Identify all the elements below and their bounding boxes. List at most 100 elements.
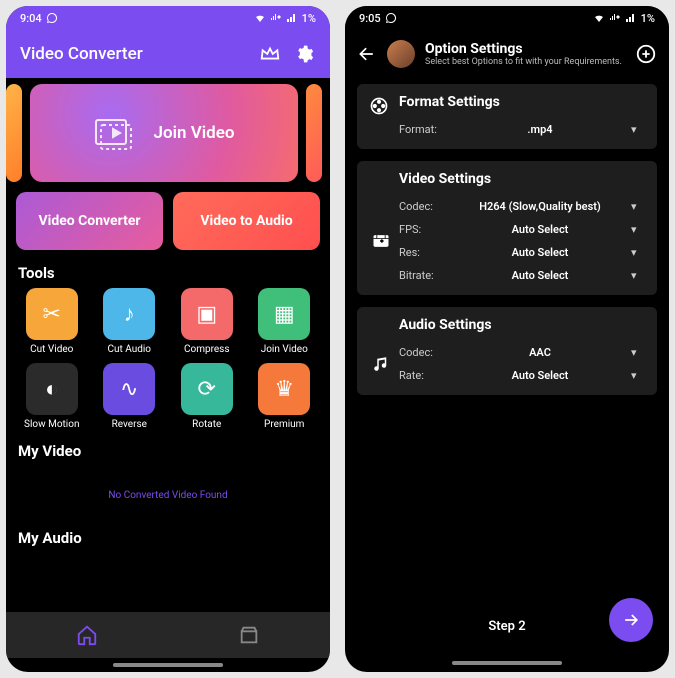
- duo-label-a: Video Converter: [38, 213, 140, 229]
- hero-label: Join Video: [153, 123, 234, 143]
- row-label: Rate:: [399, 369, 449, 382]
- format-value: .mp4: [449, 123, 631, 136]
- battery-text: 1%: [641, 12, 655, 25]
- chevron-down-icon: ▾: [631, 223, 645, 236]
- app-title: Video Converter: [20, 44, 248, 64]
- tool-label: Cut Audio: [107, 344, 151, 355]
- chevron-down-icon: ▾: [631, 200, 645, 213]
- video-title: Video Settings: [399, 171, 645, 187]
- store-icon[interactable]: [238, 624, 260, 646]
- row-value: Auto Select: [449, 246, 631, 259]
- video-row-1[interactable]: FPS:Auto Select▾: [399, 218, 645, 241]
- tool-label: Rotate: [192, 419, 221, 430]
- tool-icon: ▣: [181, 288, 233, 340]
- video-row-2[interactable]: Res:Auto Select▾: [399, 241, 645, 264]
- chevron-down-icon: ▾: [631, 246, 645, 259]
- crown-icon[interactable]: [258, 42, 282, 66]
- hero-join-video-card[interactable]: Join Video: [30, 84, 298, 182]
- gesture-bar: [6, 658, 330, 672]
- tool-premium[interactable]: ♛ Premium: [249, 363, 321, 430]
- status-right: 1%: [254, 12, 316, 25]
- empty-video-msg: No Converted Video Found: [6, 466, 330, 525]
- tool-label: Reverse: [112, 419, 147, 430]
- format-panel: Format Settings Format: .mp4 ▾: [357, 84, 657, 149]
- wifi-icon: [254, 12, 266, 24]
- duo-row: Video Converter Video to Audio: [6, 192, 330, 260]
- row-value: AAC: [449, 346, 631, 359]
- settings-header: Option Settings Select best Options to f…: [345, 30, 669, 78]
- format-row[interactable]: Format: .mp4 ▾: [369, 118, 645, 141]
- whatsapp-icon: [46, 12, 58, 24]
- tool-label: Premium: [264, 419, 304, 430]
- tool-icon: ▦: [258, 288, 310, 340]
- next-button[interactable]: [609, 598, 653, 642]
- tools-grid: ✂ Cut Video ♪ Cut Audio ▣ Compress ▦ Join Video…: [6, 288, 330, 438]
- video-to-audio-card[interactable]: Video to Audio: [173, 192, 320, 250]
- film-reel-icon: [369, 96, 389, 116]
- tool-label: Compress: [184, 344, 230, 355]
- audio-row-0[interactable]: Codec:AAC▾: [399, 341, 645, 364]
- tool-rotate[interactable]: ⟳ Rotate: [171, 363, 243, 430]
- row-value: Auto Select: [449, 269, 631, 282]
- add-icon[interactable]: [635, 43, 657, 65]
- row-label: Codec:: [399, 200, 449, 213]
- whatsapp-icon: [385, 12, 397, 24]
- row-value: Auto Select: [449, 223, 631, 236]
- arrow-right-icon: [621, 610, 641, 630]
- tool-cut-video[interactable]: ✂ Cut Video: [16, 288, 88, 355]
- video-converter-card[interactable]: Video Converter: [16, 192, 163, 250]
- row-label: FPS:: [399, 223, 449, 236]
- clock: 9:04: [20, 12, 42, 25]
- signal-nodata-icon: [609, 12, 621, 24]
- tool-label: Cut Video: [30, 344, 73, 355]
- status-left: 9:05: [359, 12, 397, 25]
- phone-right: 9:05 1% Option Settings Select best Opti…: [345, 6, 669, 672]
- tool-label: Slow Motion: [24, 419, 79, 430]
- tool-cut-audio[interactable]: ♪ Cut Audio: [94, 288, 166, 355]
- tools-heading: Tools: [6, 260, 330, 288]
- video-row-0[interactable]: Codec:H264 (Slow,Quality best)▾: [399, 195, 645, 218]
- settings-subtitle: Select best Options to fit with your Req…: [425, 57, 625, 68]
- tool-slow-motion[interactable]: ◐ Slow Motion: [16, 363, 88, 430]
- hero-prev-card[interactable]: [6, 84, 22, 182]
- row-label: Bitrate:: [399, 269, 449, 282]
- row-label: Codec:: [399, 346, 449, 359]
- app-bar: Video Converter: [6, 30, 330, 78]
- tool-icon: ♪: [103, 288, 155, 340]
- video-panel: Video Settings Codec:H264 (Slow,Quality …: [357, 161, 657, 295]
- row-value: Auto Select: [449, 369, 631, 382]
- gear-icon[interactable]: [292, 42, 316, 66]
- status-right: 1%: [593, 12, 655, 25]
- format-label: Format:: [399, 123, 449, 136]
- home-icon[interactable]: [76, 624, 98, 646]
- row-value: H264 (Slow,Quality best): [449, 200, 631, 213]
- hero-next-card[interactable]: [306, 84, 322, 182]
- tool-icon: ♛: [258, 363, 310, 415]
- back-icon[interactable]: [357, 44, 377, 64]
- myvideo-heading: My Video: [6, 438, 330, 466]
- tool-join-video[interactable]: ▦ Join Video: [249, 288, 321, 355]
- chevron-down-icon: ▾: [631, 123, 645, 136]
- gesture-bar: [345, 656, 669, 670]
- signal-nodata-icon: [270, 12, 282, 24]
- settings-title: Option Settings: [425, 41, 625, 57]
- myaudio-heading: My Audio: [6, 525, 330, 553]
- tool-reverse[interactable]: ∿ Reverse: [94, 363, 166, 430]
- tool-icon: ◐: [26, 363, 78, 415]
- signal-icon: [286, 12, 298, 24]
- bottom-nav: [6, 612, 330, 658]
- tool-compress[interactable]: ▣ Compress: [171, 288, 243, 355]
- phone-left: 9:04 1% Video Converter Join Video: [6, 6, 330, 672]
- video-row-3[interactable]: Bitrate:Auto Select▾: [399, 264, 645, 287]
- tool-label: Join Video: [261, 344, 308, 355]
- tool-icon: ∿: [103, 363, 155, 415]
- audio-row-1[interactable]: Rate:Auto Select▾: [399, 364, 645, 387]
- chevron-down-icon: ▾: [631, 346, 645, 359]
- title-block: Option Settings Select best Options to f…: [425, 41, 625, 68]
- music-note-icon: [369, 355, 393, 373]
- audio-title: Audio Settings: [399, 317, 645, 333]
- tool-icon: ✂: [26, 288, 78, 340]
- hero-carousel[interactable]: Join Video: [6, 78, 330, 192]
- row-label: Res:: [399, 246, 449, 259]
- tool-icon: ⟳: [181, 363, 233, 415]
